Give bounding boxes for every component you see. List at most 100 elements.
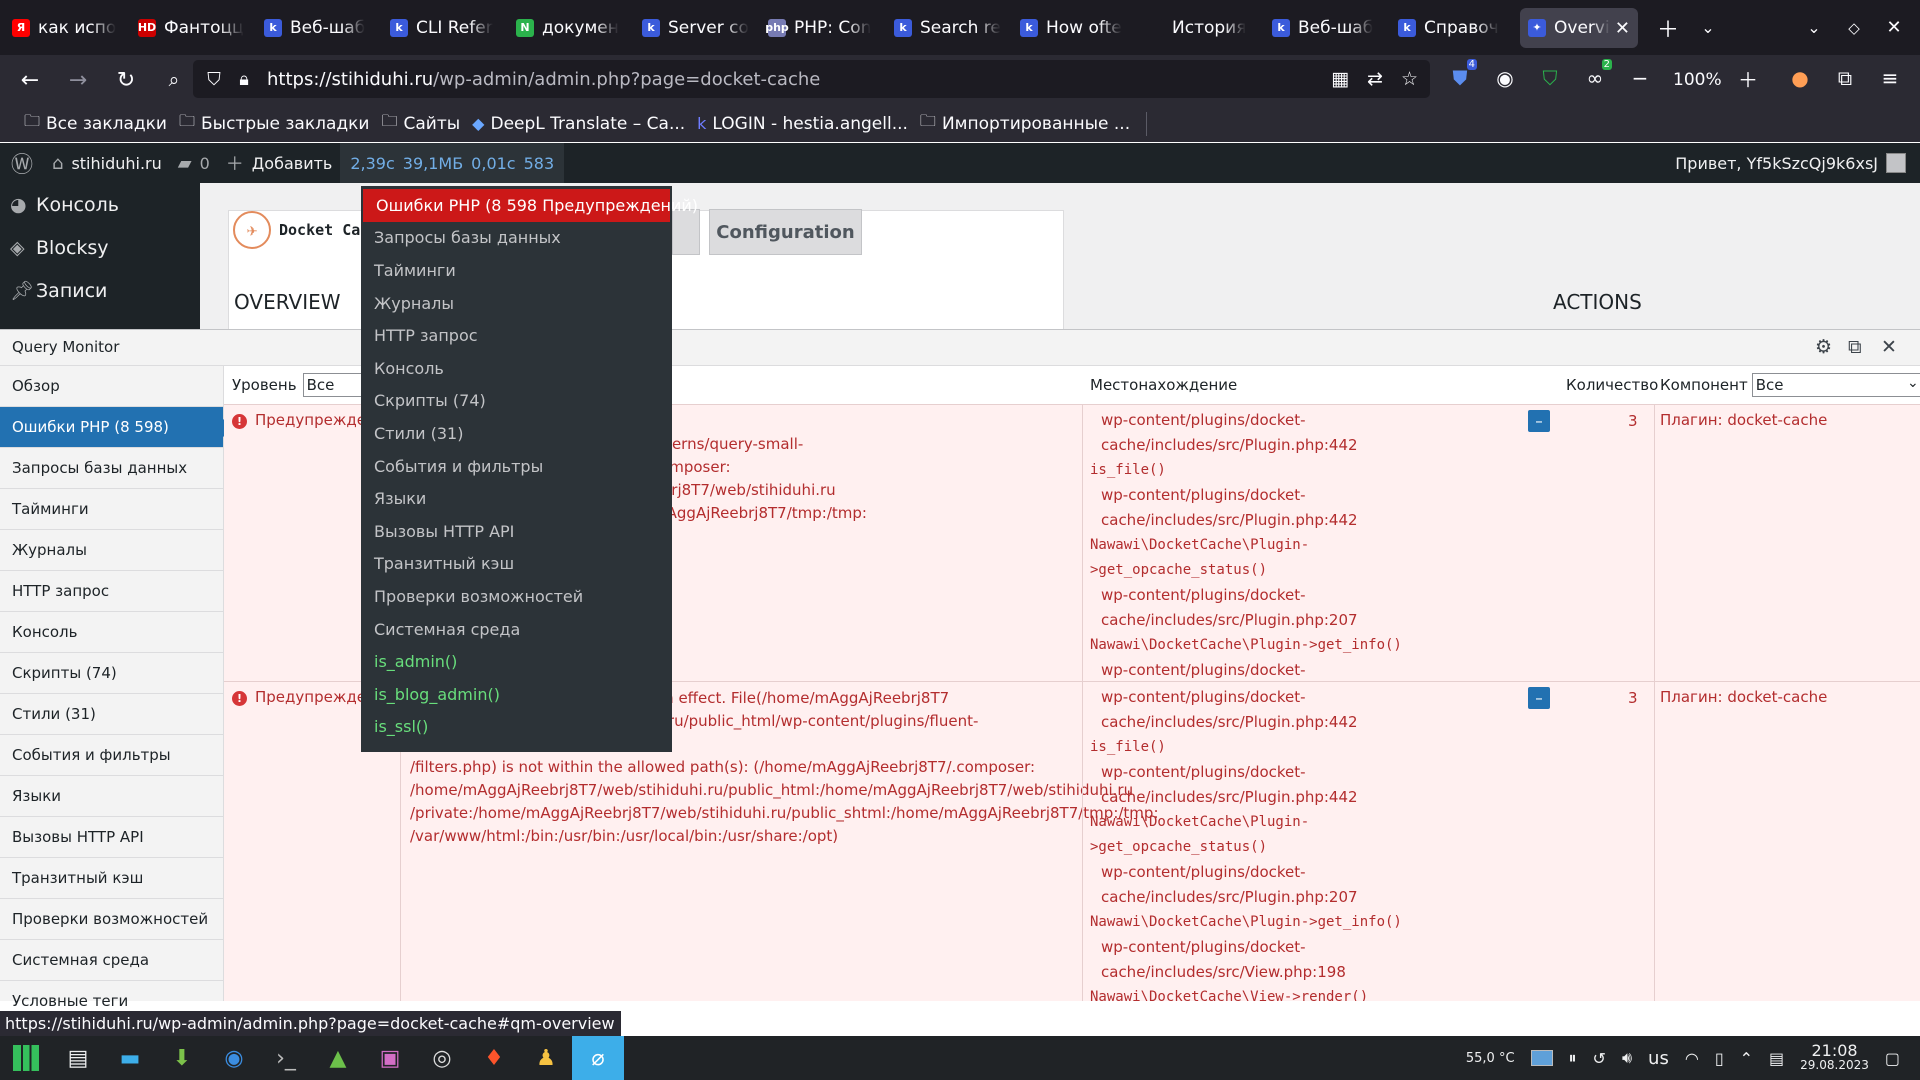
- bitwarden-icon[interactable]: ⛊ 4: [1445, 59, 1477, 93]
- qm-nav-item[interactable]: Стили (31): [0, 694, 223, 735]
- add-new-link[interactable]: ＋ Добавить: [218, 143, 341, 183]
- bookmark-5[interactable]: 🗀︎ Импортированные ...: [920, 110, 1130, 137]
- keyboard-layout[interactable]: us: [1648, 1048, 1669, 1069]
- qm-menu-item[interactable]: Транзитный кэш: [361, 548, 672, 581]
- clock[interactable]: 21:08 29.08.2023: [1800, 1043, 1869, 1073]
- konsole-icon[interactable]: ›_: [260, 1036, 312, 1080]
- close-tab-icon[interactable]: ✕: [1615, 18, 1630, 39]
- qm-menu-item[interactable]: Языки: [361, 482, 672, 515]
- qm-nav-item[interactable]: Тайминги: [0, 489, 223, 530]
- tab-5[interactable]: k Server co: [634, 8, 760, 48]
- qm-menu-item[interactable]: Скрипты (74): [361, 385, 672, 418]
- qm-nav-item[interactable]: Запросы базы данных: [0, 448, 223, 489]
- qm-menu-item[interactable]: Запросы базы данных: [361, 222, 672, 255]
- window-close-icon[interactable]: ✕: [1874, 8, 1914, 48]
- translate-icon[interactable]: ⇄: [1367, 68, 1383, 90]
- window-restore-icon[interactable]: ◇: [1834, 8, 1874, 48]
- ghostery-icon[interactable]: ◉: [1490, 63, 1520, 93]
- qm-menu-item[interactable]: Тайминги: [361, 254, 672, 287]
- tab-active[interactable]: ✦ Overvi ✕: [1520, 7, 1638, 48]
- user-app-icon[interactable]: ♟: [520, 1036, 572, 1080]
- qm-nav-item[interactable]: Ошибки PHP (8 598): [0, 407, 233, 448]
- qm-nav-item[interactable]: Журналы: [0, 530, 223, 571]
- tab-3[interactable]: k CLI Refer: [382, 8, 508, 48]
- tab-1[interactable]: HD Фантоцц: [130, 8, 256, 48]
- monitor-icon[interactable]: [1530, 1050, 1553, 1066]
- tab-8[interactable]: k How ofte: [1012, 8, 1138, 48]
- qm-nav-item[interactable]: Транзитный кэш: [0, 858, 223, 899]
- obs-icon[interactable]: ◎: [416, 1036, 468, 1080]
- tab-10[interactable]: k Веб-шаб: [1264, 8, 1390, 48]
- qm-menu-item[interactable]: Стили (31): [361, 417, 672, 450]
- wp-menu-2[interactable]: 📌︎ Записи: [0, 269, 200, 312]
- wp-menu-0[interactable]: ◕ Консоль: [0, 183, 200, 226]
- my-account-link[interactable]: Привет, Yf5kSzcQj9k6xsJ: [1675, 143, 1906, 183]
- close-icon[interactable]: ✕: [1881, 336, 1897, 358]
- bookmark-3[interactable]: ◆ DeepL Translate – Ca...: [472, 114, 685, 134]
- qm-menu-item[interactable]: Проверки возможностей: [361, 580, 672, 613]
- wp-logo-icon[interactable]: Ⓦ: [0, 143, 44, 183]
- files-app-icon[interactable]: ▬: [104, 1036, 156, 1080]
- qm-menu-item[interactable]: Вызовы HTTP API: [361, 515, 672, 548]
- qm-menu-item[interactable]: События и фильтры: [361, 450, 672, 483]
- download-app-icon[interactable]: ⬇: [156, 1036, 208, 1080]
- tab-11[interactable]: k Справоч: [1390, 8, 1516, 48]
- qm-menu-item[interactable]: Консоль: [361, 352, 672, 385]
- search-icon[interactable]: ⌕: [152, 60, 196, 100]
- qm-nav-item[interactable]: Языки: [0, 776, 223, 817]
- qm-nav-item[interactable]: Проверки возможностей: [0, 899, 223, 940]
- window-chevron-icon[interactable]: ⌄: [1794, 8, 1834, 48]
- bookmark-2[interactable]: 🗀︎ Сайты: [381, 110, 460, 137]
- image-viewer-icon[interactable]: ▲: [312, 1036, 364, 1080]
- tab-7[interactable]: k Search re: [886, 8, 1012, 48]
- show-desktop-icon[interactable]: ▢: [1885, 1049, 1900, 1068]
- qm-nav-item[interactable]: HTTP запрос: [0, 571, 223, 612]
- new-tab-button[interactable]: ＋: [1648, 8, 1688, 48]
- tab-4[interactable]: Nдокумен: [508, 8, 634, 48]
- bookmark-4[interactable]: k LOGIN - hestia.angell...: [697, 114, 908, 134]
- tab-list-chevron-icon[interactable]: ⌄: [1688, 8, 1728, 48]
- qm-nav-item[interactable]: Консоль: [0, 612, 223, 653]
- pin-panel-icon[interactable]: ⧉: [1848, 336, 1862, 358]
- collapse-trace-button[interactable]: –: [1528, 687, 1550, 709]
- query-monitor-menu[interactable]: 2,39с 39,1МБ 0,01с 583: [340, 143, 565, 183]
- qm-nav-item[interactable]: Вызовы HTTP API: [0, 817, 223, 858]
- gear-icon[interactable]: ⚙: [1815, 336, 1832, 358]
- clipboard-icon[interactable]: ▤: [1769, 1049, 1784, 1068]
- pause-icon[interactable]: ⏸: [1569, 1048, 1577, 1068]
- url-bar[interactable]: ⛉ 🔒︎ https://stihiduhi.ru/wp-admin/admin…: [193, 60, 1430, 98]
- qm-nav-item[interactable]: События и фильтры: [0, 735, 223, 776]
- firefox-app-icon[interactable]: ⌀: [572, 1036, 624, 1080]
- qm-menu-item[interactable]: is_ssl(): [361, 711, 672, 744]
- back-button[interactable]: ←: [8, 60, 52, 100]
- qm-nav-item[interactable]: Обзор: [0, 366, 223, 407]
- qm-menu-item[interactable]: is_admin(): [361, 645, 672, 678]
- wp-menu-1[interactable]: ◈ Blocksy: [0, 226, 200, 269]
- terminal-app-icon[interactable]: ▤: [52, 1036, 104, 1080]
- tab-9[interactable]: История: [1138, 8, 1264, 48]
- zoom-level[interactable]: 100%: [1673, 70, 1722, 90]
- tray-expand-icon[interactable]: ⌃: [1740, 1049, 1753, 1068]
- brave-icon[interactable]: ♦: [468, 1036, 520, 1080]
- adblock-shield-icon[interactable]: ⛉: [1535, 63, 1565, 93]
- volume-icon[interactable]: 🔊︎: [1622, 1048, 1632, 1068]
- extensions-icon[interactable]: ⧉: [1830, 63, 1860, 93]
- component-filter-select[interactable]: Все ⌄: [1751, 373, 1920, 397]
- zoom-in-icon[interactable]: ＋: [1733, 63, 1763, 93]
- glasses-icon[interactable]: ∞ 2: [1580, 59, 1612, 93]
- qm-menu-item[interactable]: Системная среда: [361, 613, 672, 646]
- zoom-out-icon[interactable]: −: [1625, 63, 1655, 93]
- qr-code-icon[interactable]: ▦: [1331, 68, 1349, 90]
- tab-0[interactable]: Якак испо: [4, 8, 130, 48]
- reload-button[interactable]: ↻: [104, 60, 148, 100]
- comments-link[interactable]: ▰ 0: [170, 143, 218, 183]
- lock-icon[interactable]: 🔒︎: [229, 69, 259, 90]
- tab-hidden[interactable]: [672, 209, 700, 255]
- bookmark-0[interactable]: 🗀︎ Все закладки: [24, 110, 167, 137]
- forward-button[interactable]: →: [56, 60, 100, 100]
- thunderbird-icon[interactable]: ◉: [208, 1036, 260, 1080]
- qm-menu-item[interactable]: Ошибки PHP (8 598 Предупреждений): [363, 189, 698, 222]
- tab-configuration[interactable]: Configuration: [709, 209, 862, 255]
- url-text[interactable]: https://stihiduhi.ru/wp-admin/admin.php?…: [267, 69, 820, 90]
- tab-2[interactable]: k Веб-шаб: [256, 8, 382, 48]
